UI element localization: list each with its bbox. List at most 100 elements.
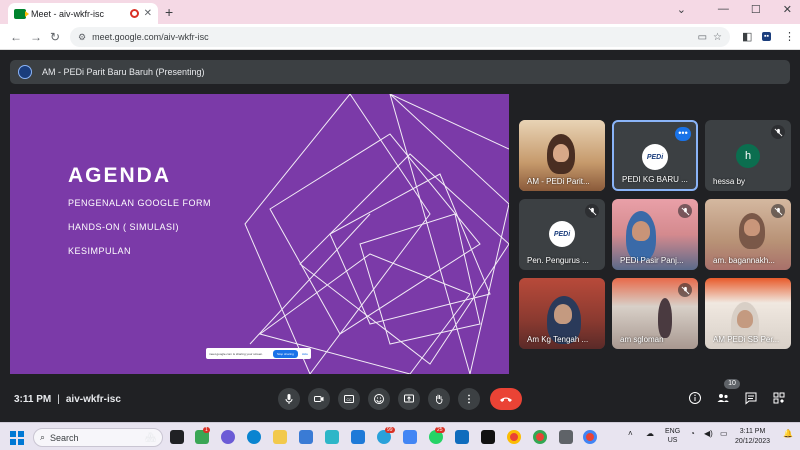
participant-avatar: PEDi [642,144,668,170]
url-text[interactable]: meet.google.com/aiv-wkfr-isc [92,32,692,42]
cast-icon[interactable]: ▭ [698,32,707,43]
participant-name: hessa by [713,177,746,186]
people-icon [717,394,729,402]
captions-button[interactable]: CC [338,388,360,410]
participant-count-badge: 10 [724,379,740,389]
hand-icon [435,394,443,404]
more-options-button[interactable] [458,388,480,410]
leave-call-button[interactable] [490,388,522,410]
windows-start-icon[interactable] [10,431,24,445]
reactions-button[interactable] [368,388,390,410]
battery-icon[interactable]: ▭ [720,429,728,438]
chevron-down-icon[interactable]: ⌄ [677,3,686,16]
meeting-time: 3:11 PM [14,394,52,405]
present-button[interactable] [398,388,420,410]
snipping-tool-icon[interactable] [559,430,573,444]
word-icon[interactable] [351,430,365,444]
chrome-icon[interactable] [507,430,521,444]
meeting-code: aiv-wkfr-isc [65,394,121,405]
browser-tab-strip: Meet - aiv-wkfr-isc ✕ + ⌄ — ☐ ✕ [0,0,800,24]
camera-button[interactable] [308,388,330,410]
notification-badge: 1 [203,427,210,433]
back-arrow-icon[interactable]: ← [10,30,22,44]
more-options-icon[interactable]: ••• [675,127,691,141]
chat-button[interactable] [744,391,758,410]
people-button[interactable] [716,391,730,410]
shared-screen: AGENDA PENGENALAN GOOGLE FORM HANDS-ON (… [10,94,509,374]
participant-name: am. bagannakh... [713,256,775,265]
participant-tile[interactable]: h hessa by [705,120,791,191]
participant-tile[interactable]: PEDi Pasir Panj... [612,199,698,270]
browser-tab-meet[interactable]: Meet - aiv-wkfr-isc ✕ [8,3,158,24]
participant-figure [658,298,672,338]
google-meet-icon [14,8,29,19]
present-screen-icon [404,394,414,403]
language-indicator[interactable]: ENG US [665,427,680,445]
clock-time: 3:11 PM [739,428,766,435]
slide-agenda-item: KESIMPULAN [68,246,132,256]
share-banner-text: meet.google.com is sharing your screen. [209,351,264,356]
raise-hand-button[interactable] [428,388,450,410]
forward-arrow-icon[interactable]: → [30,30,42,44]
participant-name: PEDi Pasir Panj... [620,256,684,265]
participant-tile[interactable]: PEDi Pen. Pengurus ... [519,199,605,270]
address-bar[interactable]: ⚙ meet.google.com/aiv-wkfr-isc ▭ ☆ [70,27,730,47]
svg-text:CC: CC [346,398,352,402]
capcut-icon[interactable] [481,430,495,444]
mic-off-icon [678,204,692,218]
participant-face [744,219,760,236]
wifi-icon[interactable]: ◔ [690,429,695,438]
site-info-icon[interactable]: ⚙ [78,32,86,43]
microphone-button[interactable] [278,388,300,410]
participant-face [553,144,569,162]
file-explorer-icon[interactable] [273,430,287,444]
more-menu-icon[interactable]: ⋮ [784,30,795,43]
chrome-icon[interactable] [583,430,597,444]
participant-tile[interactable]: AM - PEDi Parit... [519,120,605,191]
profile-avatar[interactable]: ▪▪ [762,32,771,41]
activities-button[interactable] [772,391,786,410]
camera-icon [314,396,324,402]
mail-icon[interactable] [299,430,313,444]
mic-off-icon [771,125,785,139]
sidebar-icon[interactable]: ◧ [742,30,752,43]
app-icon[interactable] [403,430,417,444]
chat-app-icon[interactable] [221,430,235,444]
meeting-details-button[interactable] [688,391,702,410]
chevron-up-icon[interactable]: ˄ [628,429,633,438]
close-window-button[interactable]: ✕ [783,3,792,16]
edge-browser-icon[interactable] [247,430,261,444]
slide-agenda-item: HANDS-ON ( SIMULASI) [68,222,180,232]
volume-icon[interactable]: ◀) [704,429,713,438]
minimize-button[interactable]: — [718,3,729,16]
tab-title: Meet - aiv-wkfr-isc [31,8,105,19]
maximize-button[interactable]: ☐ [751,3,761,16]
notification-bell-icon[interactable]: 🔔 [783,429,793,438]
avatar-letter: h [744,150,752,162]
close-tab-icon[interactable]: ✕ [144,8,152,19]
participant-name: am sgloman [620,335,664,344]
stop-sharing-button[interactable]: Stop sharing [272,349,298,358]
cloud-icon[interactable]: ☁ [646,429,654,438]
participant-tile[interactable]: am. bagannakh... [705,199,791,270]
participant-avatar: PEDi [549,221,575,247]
bookmark-star-icon[interactable]: ☆ [713,32,722,43]
participant-tile[interactable]: Am Kg Tengah ... [519,278,605,349]
participant-tile[interactable]: AM PEDi SB Per... [705,278,791,349]
participant-tile[interactable]: PEDi ••• PEDI KG BARU ... [612,120,698,191]
info-icon [689,392,701,404]
task-view-icon[interactable] [170,430,184,444]
participant-tile[interactable]: am sgloman [612,278,698,349]
new-tab-button[interactable]: + [165,4,173,20]
system-clock[interactable]: 3:11 PM 20/12/2023 [735,427,770,447]
slide-agenda-item: PENGENALAN GOOGLE FORM [68,198,212,208]
participant-name: Am Kg Tengah ... [527,335,589,344]
store-icon[interactable] [325,430,339,444]
browser-toolbar: ← → ↻ ⚙ meet.google.com/aiv-wkfr-isc ▭ ☆… [0,24,800,50]
chat-icon [745,392,757,405]
reload-icon[interactable]: ↻ [50,30,60,44]
taskbar-search[interactable]: ⌕ Search 🏘 [33,428,163,447]
chrome-icon[interactable] [533,430,547,444]
hide-banner-button[interactable]: Hide [302,352,308,356]
outlook-icon[interactable] [455,430,469,444]
